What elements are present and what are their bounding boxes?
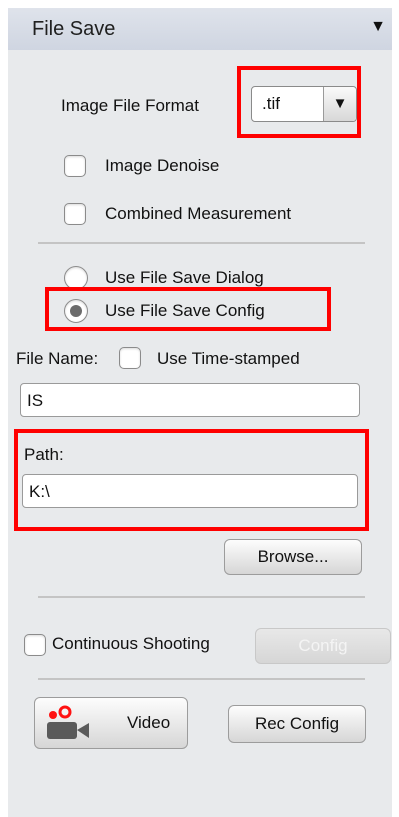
path-label: Path:: [24, 445, 64, 464]
highlight-format: [237, 66, 361, 138]
path-input[interactable]: K:\: [22, 474, 358, 508]
highlight-save-config: [45, 287, 331, 331]
file-name-label: File Name:: [16, 349, 99, 368]
use-time-stamped-checkbox[interactable]: [119, 347, 141, 369]
video-camera-icon: [47, 705, 89, 739]
continuous-shooting-label: Continuous Shooting: [52, 634, 210, 653]
file-name-input[interactable]: IS: [20, 383, 360, 417]
video-button[interactable]: Video: [34, 697, 188, 749]
triangle-down-icon[interactable]: ▼: [370, 18, 386, 36]
config-button[interactable]: Config: [255, 628, 391, 664]
image-file-format-label: Image File Format: [61, 96, 199, 115]
panel-title: File Save: [32, 18, 116, 40]
divider: [38, 242, 365, 244]
image-denoise-label: Image Denoise: [105, 156, 220, 175]
browse-button[interactable]: Browse...: [224, 539, 362, 575]
use-time-stamped-label: Use Time-stamped: [157, 349, 300, 368]
file-save-panel: File Save ▼ Image File Format .tif ▼ Ima…: [8, 8, 392, 817]
divider: [38, 678, 365, 680]
divider: [38, 596, 365, 598]
image-denoise-checkbox[interactable]: [64, 155, 86, 177]
continuous-shooting-checkbox[interactable]: [24, 634, 46, 656]
video-label: Video: [127, 713, 171, 732]
combined-measurement-checkbox[interactable]: [64, 203, 86, 225]
rec-config-button[interactable]: Rec Config: [228, 705, 366, 743]
combined-measurement-label: Combined Measurement: [105, 204, 292, 223]
use-file-save-dialog-label: Use File Save Dialog: [105, 268, 264, 287]
panel-header[interactable]: File Save ▼: [8, 8, 392, 50]
